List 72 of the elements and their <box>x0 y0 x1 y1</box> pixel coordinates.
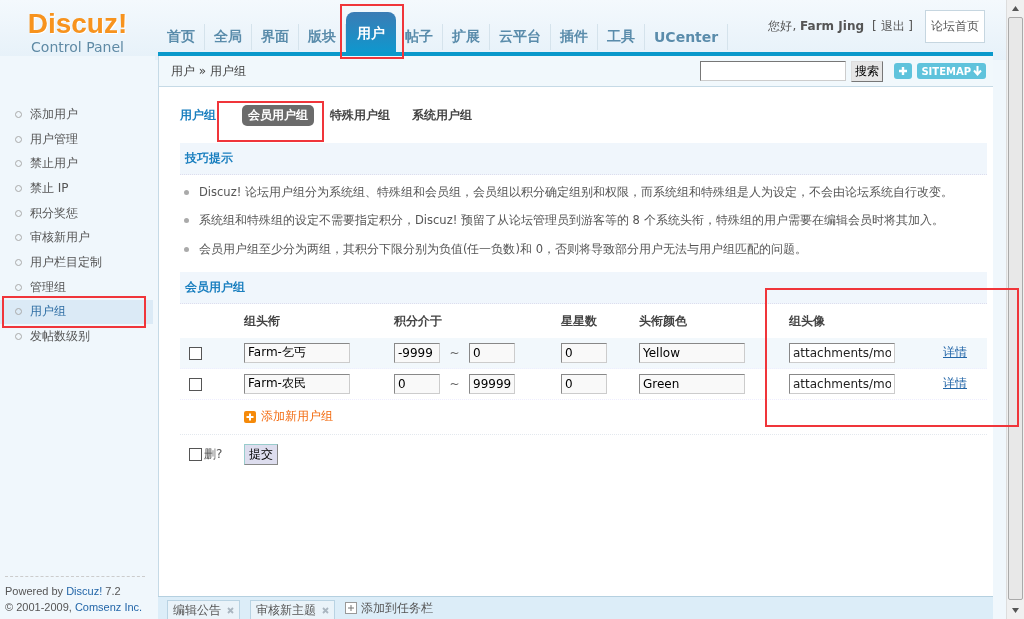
column-header: 星星数 <box>561 313 598 330</box>
sidebar-item[interactable]: 审核新用户 <box>0 225 153 251</box>
taskbar-tab[interactable]: 审核新主题 <box>250 600 335 619</box>
comsenz-link[interactable]: Comsenz Inc. <box>74 601 143 613</box>
min-points-field[interactable]: 0 <box>394 373 440 394</box>
sidebar-item[interactable]: 用户组 <box>0 299 153 325</box>
scroll-up-icon[interactable] <box>1012 6 1019 11</box>
avatar-field[interactable]: attachments/mo <box>789 342 895 363</box>
group-tab[interactable]: 系统用户组 <box>406 104 478 126</box>
plus-icon <box>345 602 357 614</box>
range-separator: ~ <box>448 376 461 391</box>
search-field[interactable] <box>700 61 847 81</box>
tip-text: 系统组和特殊组的设定不需要指定积分，Discuz! 预留了从论坛管理员到游客等的 8 个系统头衔，特殊组的用户需要在编辑会员时将其加入。 <box>199 213 944 229</box>
column-header: 头衔颜色 <box>639 313 688 330</box>
logout-link[interactable]: [ 退出 ] <box>872 18 913 35</box>
page-title: 用户组 <box>180 106 216 124</box>
checkbox[interactable] <box>189 346 202 360</box>
tip-text: 会员用户组至少分为两组，其积分下限分别为负值(任一负数)和 0，否则将导致部分用户无法与用户组匹配的问题。 <box>199 241 807 257</box>
title-field[interactable]: Farm-乞丐 <box>244 342 350 363</box>
discuz-link[interactable]: Discuz! <box>66 585 103 597</box>
highlight-frame <box>340 4 404 59</box>
max-points-field[interactable]: 0 <box>469 342 515 363</box>
title-field[interactable]: Farm-农民 <box>244 373 350 394</box>
scrollbar[interactable] <box>1006 0 1024 619</box>
powered-by-text: Powered by Discuz! 7.2 <box>5 584 122 599</box>
section-header: 技巧提示 <box>180 143 987 175</box>
column-header: 组头衔 <box>244 313 281 330</box>
section-header: 会员用户组 <box>180 271 987 304</box>
column-header: 积分介于 <box>394 313 443 330</box>
column-header: 组头像 <box>789 313 826 330</box>
sidebar-item[interactable]: 添加用户 <box>0 102 153 127</box>
forum-home-button[interactable]: 论坛首页 <box>925 10 985 43</box>
bullet-icon <box>184 218 189 224</box>
sidebar-item[interactable]: 积分奖惩 <box>0 200 153 226</box>
range-separator: ~ <box>448 345 461 360</box>
bullet-icon <box>184 189 189 195</box>
checkbox[interactable] <box>189 377 202 391</box>
taskbar-tab[interactable]: 编辑公告 <box>167 600 240 619</box>
scroll-thumb[interactable] <box>1008 17 1023 600</box>
logo-text: Discuz! <box>27 9 128 39</box>
color-field[interactable]: Yellow <box>639 342 745 363</box>
tip-text: Discuz! 论坛用户组分为系统组、特殊组和会员组，会员组以积分确定组别和权限，而系统组和特殊组是人为设定，不会由论坛系统自行改变。 <box>199 184 953 200</box>
details-link[interactable]: 详情 <box>943 376 967 390</box>
avatar-field[interactable]: attachments/mo <box>789 373 895 394</box>
delete-label: 删? <box>204 446 223 463</box>
sidebar-item[interactable]: 用户管理 <box>0 126 153 152</box>
sidebar-item[interactable]: 发帖数级别 <box>0 324 153 349</box>
search-button[interactable]: 搜索 <box>851 60 884 82</box>
scroll-down-icon[interactable] <box>1012 608 1019 613</box>
max-points-field[interactable]: 99999 <box>469 373 515 394</box>
stars-field[interactable]: 0 <box>561 342 607 363</box>
checkbox[interactable] <box>189 448 202 461</box>
group-tab[interactable]: 特殊用户组 <box>324 104 396 126</box>
group-tab[interactable]: 会员用户组 <box>242 104 314 126</box>
plus-icon <box>244 410 256 423</box>
down-arrow-icon <box>973 66 982 76</box>
breadcrumb: 用户 » 用户组 <box>171 62 246 80</box>
details-link[interactable]: 详情 <box>943 345 967 359</box>
submit-button[interactable]: 提交 <box>244 444 278 465</box>
add-to-taskbar-button[interactable]: 添加到任务栏 <box>345 599 433 617</box>
logo-subtitle: Control Panel <box>31 39 124 55</box>
copyright-text: © 2001-2009, Comsenz Inc. <box>5 600 144 615</box>
bullet-icon <box>184 246 189 252</box>
greeting-text: 您好, Farm Jing <box>768 18 864 35</box>
min-points-field[interactable]: -9999 <box>394 342 440 363</box>
stars-field[interactable]: 0 <box>561 373 607 394</box>
sidebar-item[interactable]: 用户栏目定制 <box>0 250 153 275</box>
sidebar-item[interactable]: 禁止 IP <box>0 176 153 201</box>
sidebar-item[interactable]: 禁止用户 <box>0 151 153 177</box>
color-field[interactable]: Green <box>639 373 745 394</box>
sidebar-item[interactable]: 管理组 <box>0 274 153 300</box>
plus-icon <box>898 66 909 76</box>
